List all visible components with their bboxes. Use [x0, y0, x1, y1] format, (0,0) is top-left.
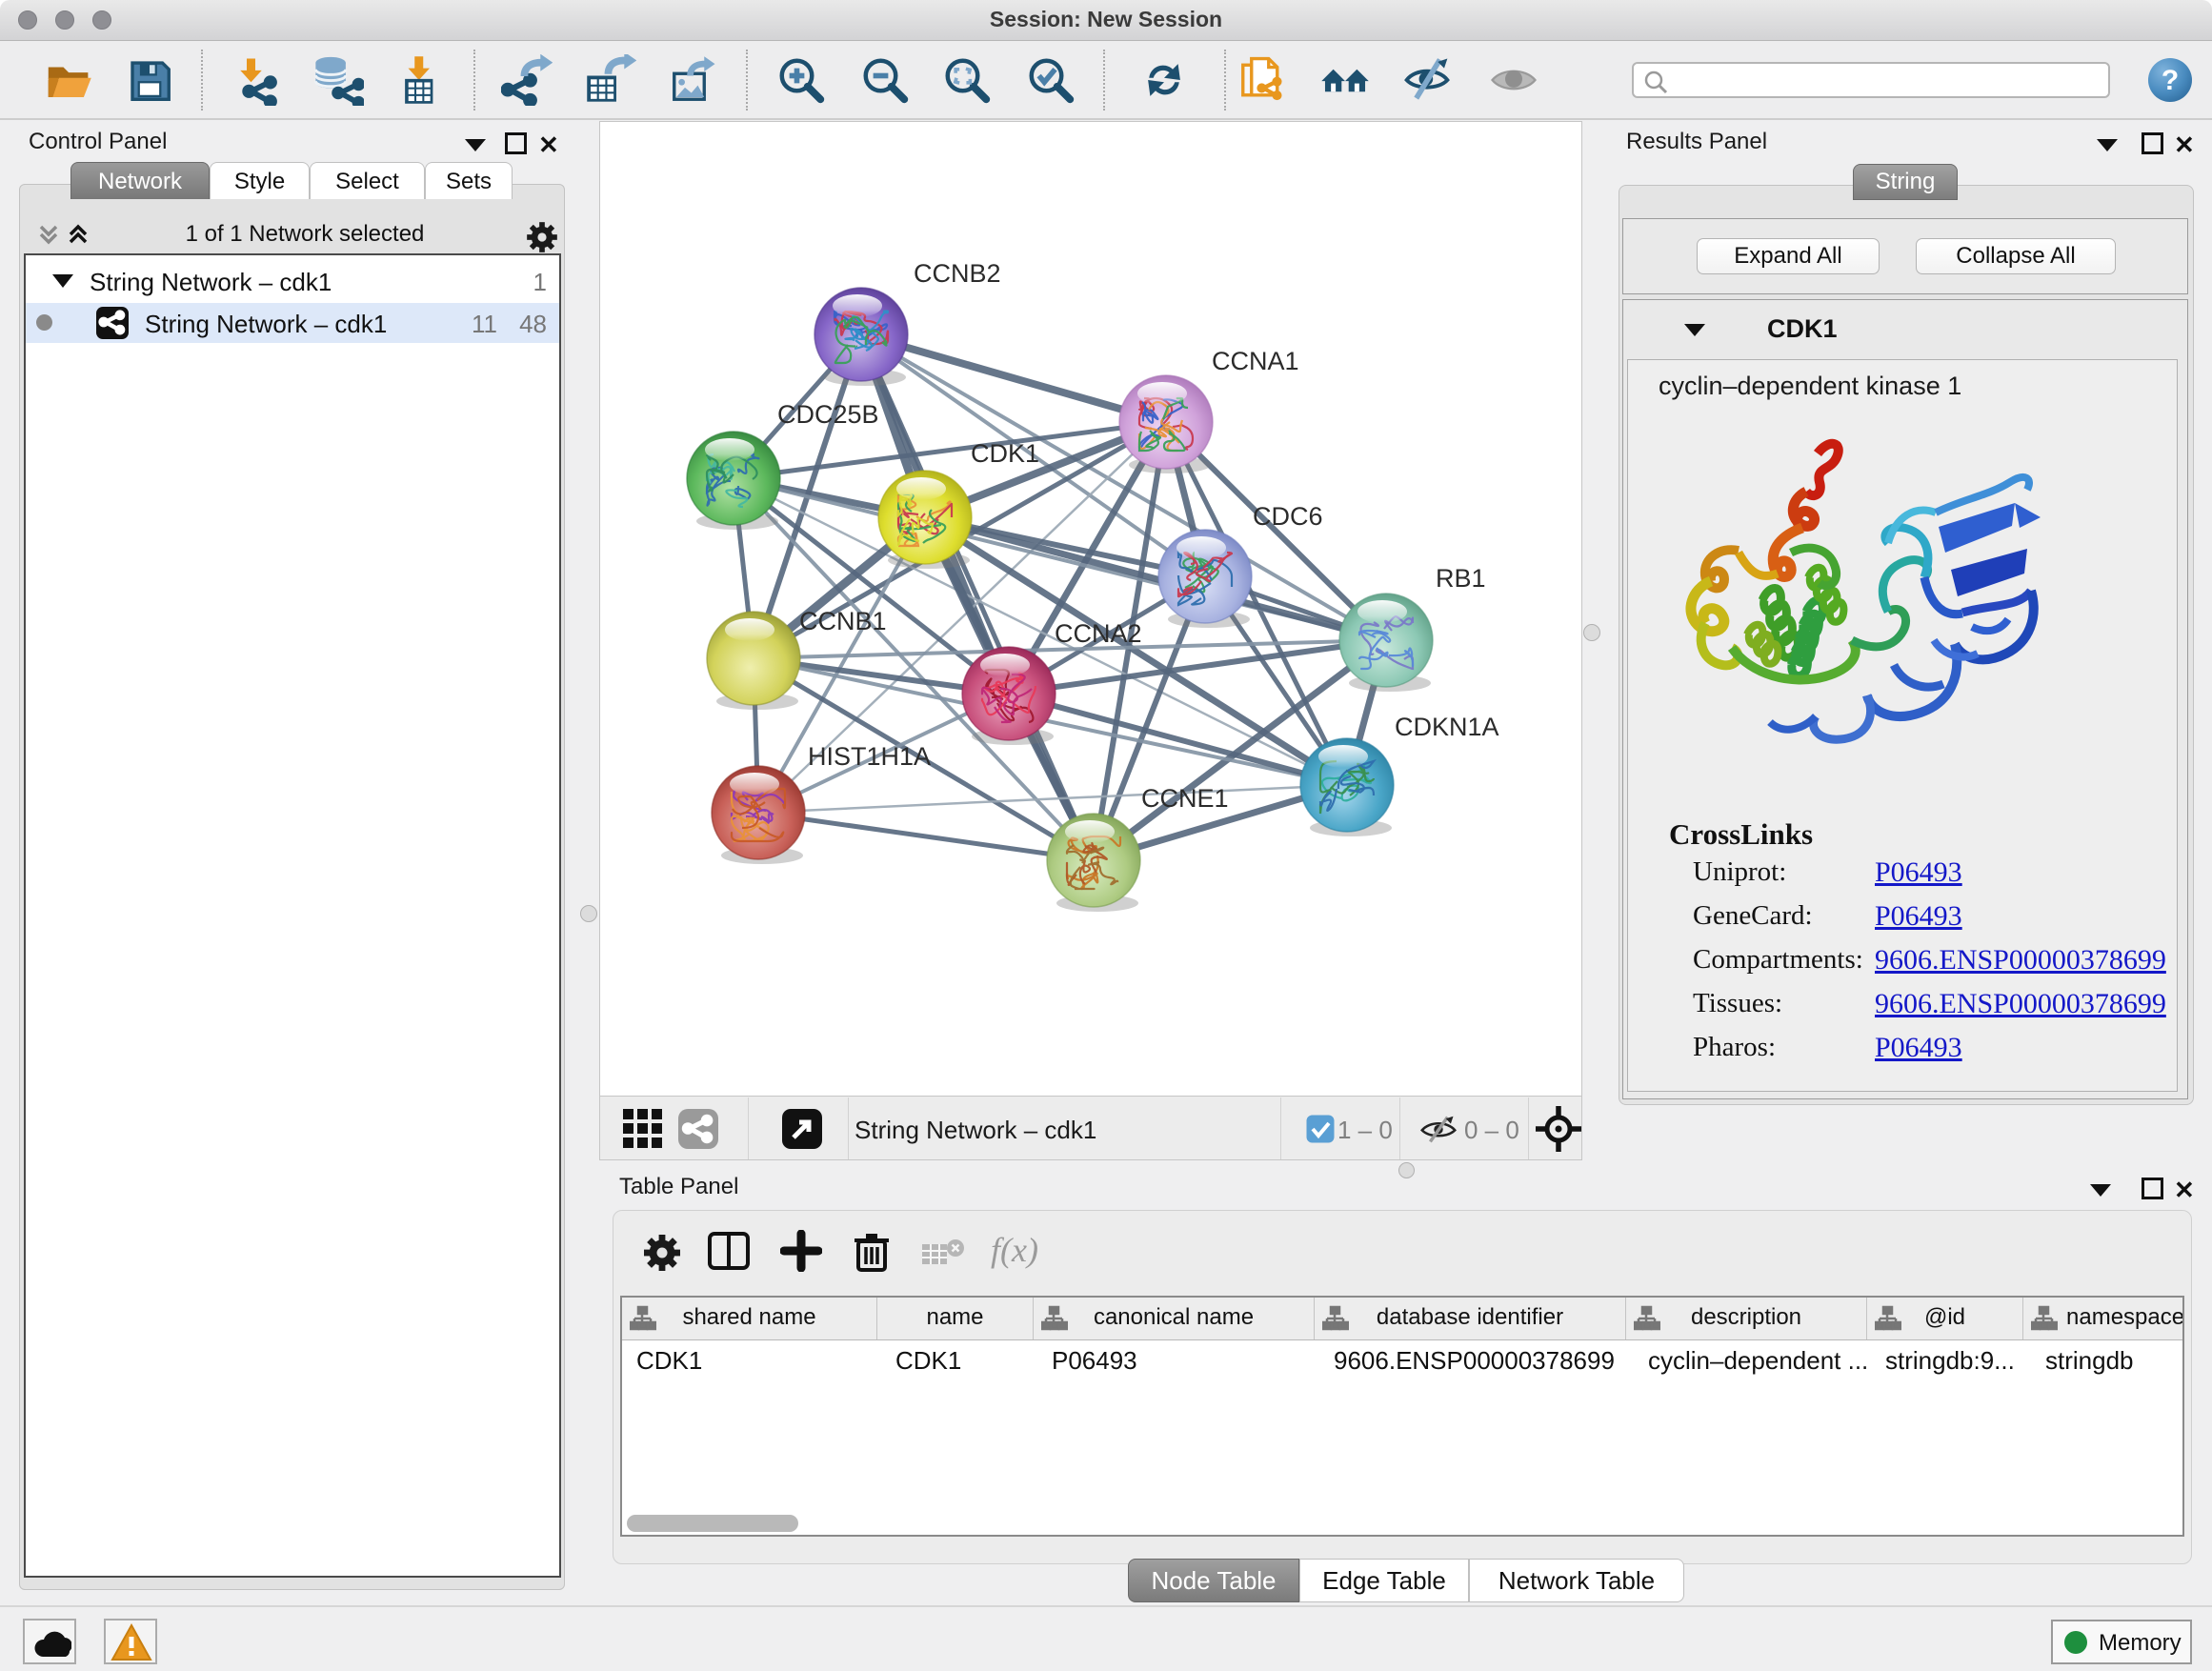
svg-text:HIST1H1A: HIST1H1A — [808, 742, 931, 771]
svg-text:CCNA2: CCNA2 — [1055, 619, 1142, 648]
svg-text:CCNB2: CCNB2 — [914, 259, 1001, 288]
svg-text:CDK1: CDK1 — [971, 439, 1039, 468]
svg-text:RB1: RB1 — [1436, 564, 1486, 593]
svg-text:CDKN1A: CDKN1A — [1395, 713, 1499, 741]
svg-text:?: ? — [2162, 65, 2179, 96]
svg-text:CCNE1: CCNE1 — [1141, 784, 1229, 813]
svg-text:CDC25B: CDC25B — [777, 400, 879, 429]
svg-text:CCNB1: CCNB1 — [799, 607, 887, 635]
svg-text:CDC6: CDC6 — [1253, 502, 1323, 531]
svg-text:CCNA1: CCNA1 — [1212, 347, 1299, 375]
